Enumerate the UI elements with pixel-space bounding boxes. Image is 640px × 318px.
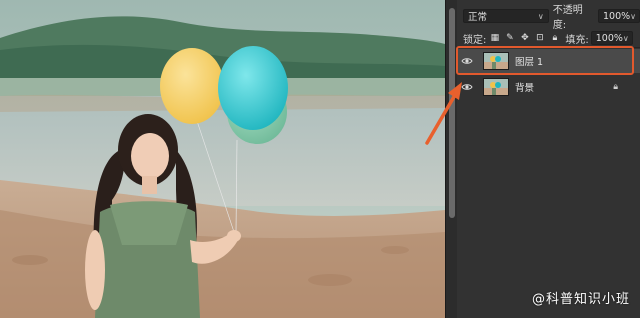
scrollbar-thumb[interactable] — [449, 8, 455, 218]
photo-canvas[interactable] — [0, 0, 445, 318]
blend-mode-select[interactable]: 正常 ∨ — [463, 9, 549, 23]
photo-illustration — [0, 0, 445, 318]
checkerboard-icon[interactable]: ▦ — [490, 33, 500, 43]
chevron-down-icon: ∨ — [622, 33, 629, 43]
layer-row-background[interactable]: 背景 🔒︎ — [457, 75, 640, 99]
fill-label: 填充: — [565, 34, 589, 46]
blend-row: 正常 ∨ 不透明度: 100% ∨ — [457, 5, 640, 31]
fill-input[interactable]: 100% ∨ — [590, 31, 633, 45]
fill-value: 100% — [595, 32, 623, 44]
chevron-down-icon: ∨ — [537, 11, 544, 21]
move-icon[interactable]: ✥ — [520, 33, 529, 43]
blend-mode-value: 正常 — [468, 12, 488, 23]
brush-icon[interactable]: ✎ — [505, 33, 514, 43]
chevron-down-icon: ∨ — [630, 11, 637, 21]
opacity-value: 100% — [603, 10, 631, 22]
crop-icon[interactable]: ⊡ — [535, 33, 544, 43]
lock-icon[interactable]: 🔒︎ — [613, 82, 618, 92]
lock-icon[interactable]: 🔒︎ — [550, 33, 559, 43]
lock-row: 锁定: ▦ ✎ ✥ ⊡ 🔒︎ 填充: 100% ∨ — [457, 28, 640, 48]
watermark: @科普知识小班 — [531, 292, 630, 307]
layer-thumbnail — [483, 78, 509, 96]
opacity-label: 不透明度: — [552, 5, 583, 31]
selected-layer-highlight — [456, 46, 634, 75]
opacity-input[interactable]: 100% ∨ — [598, 9, 640, 23]
lock-label: 锁定: — [463, 34, 487, 46]
eye-icon[interactable] — [457, 83, 477, 91]
layer-name: 背景 — [515, 83, 535, 94]
